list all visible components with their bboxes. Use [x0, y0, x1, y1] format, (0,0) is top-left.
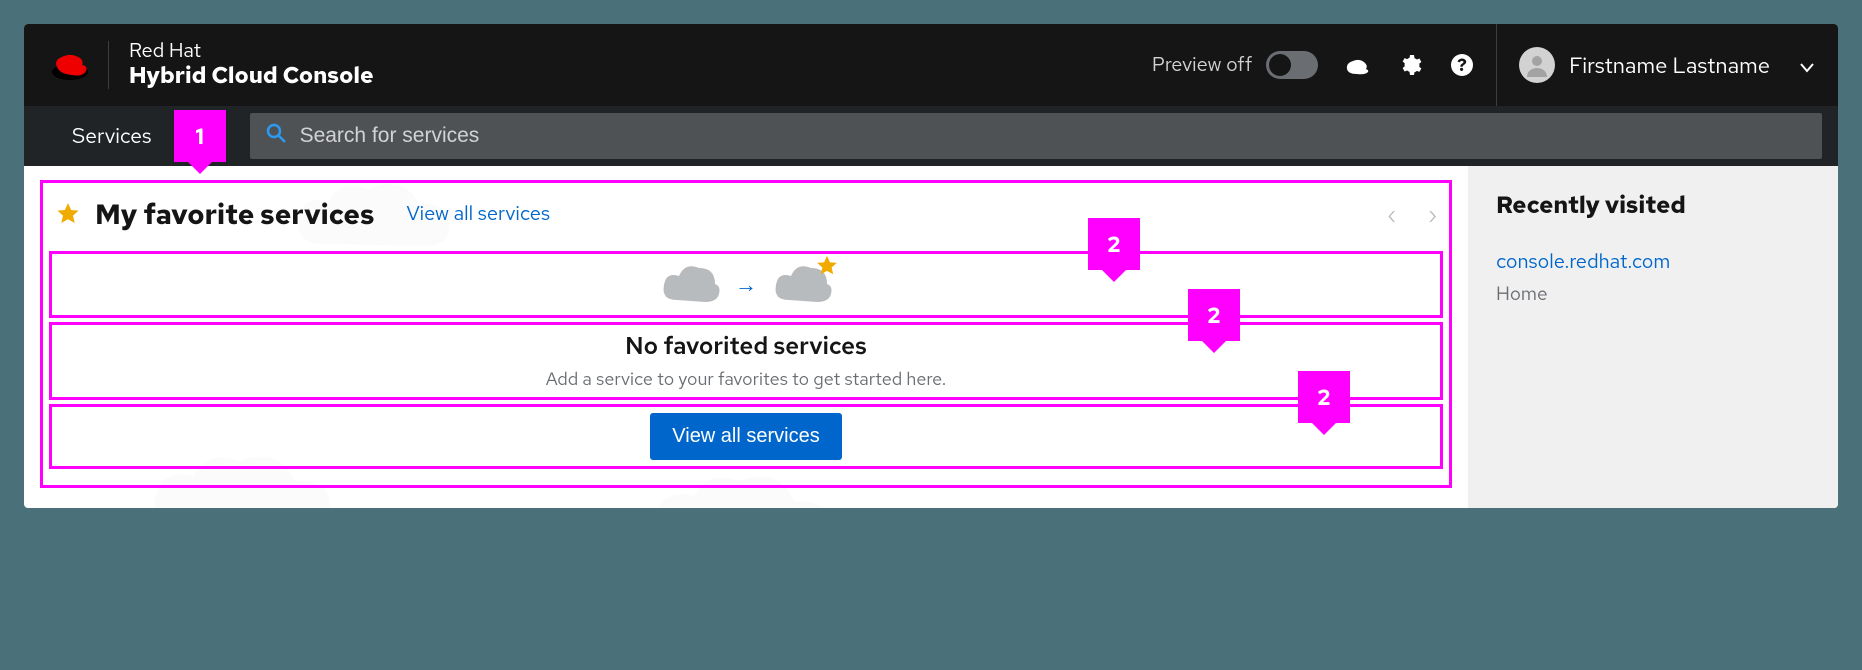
preview-label: Preview off	[1152, 52, 1252, 78]
brand-text: Red Hat Hybrid Cloud Console	[129, 40, 374, 89]
services-tab[interactable]: Services	[24, 106, 174, 166]
brand-line1: Red Hat	[129, 40, 374, 63]
favorites-header: My favorite services View all services ‹…	[49, 189, 1443, 247]
service-search[interactable]	[250, 113, 1822, 159]
brand-line2: Hybrid Cloud Console	[129, 63, 374, 89]
help-icon[interactable]: ?	[1450, 53, 1474, 77]
fedora-hat-icon[interactable]	[1344, 55, 1370, 75]
pager-next-icon[interactable]: ›	[1428, 200, 1437, 229]
svg-text:?: ?	[1457, 54, 1467, 77]
brand[interactable]: Red Hat Hybrid Cloud Console	[48, 40, 374, 89]
recent-sub: Home	[1496, 281, 1810, 306]
preview-toggle[interactable]	[1266, 51, 1318, 79]
view-all-services-link[interactable]: View all services	[406, 201, 550, 227]
gear-icon[interactable]	[1398, 53, 1422, 77]
content-row: My favorite services View all services ‹…	[24, 166, 1838, 508]
arrow-right-icon: →	[735, 270, 757, 299]
favorites-empty-text: 2 No favorited services Add a service to…	[49, 322, 1443, 400]
masthead-icons: ?	[1344, 53, 1474, 77]
sidebar-title: Recently visited	[1496, 190, 1810, 221]
callout-marker-1: 1	[174, 110, 226, 162]
callout-marker-2a: 2	[1088, 218, 1140, 270]
recent-link[interactable]: console.redhat.com	[1496, 249, 1810, 275]
favorites-panel: My favorite services View all services ‹…	[40, 180, 1452, 488]
service-search-input[interactable]	[300, 124, 1806, 148]
favorites-empty-action: 2 View all services	[49, 404, 1443, 469]
search-icon	[266, 123, 286, 150]
brand-divider	[108, 41, 109, 89]
favorites-title: My favorite services	[95, 195, 374, 233]
user-name: Firstname Lastname	[1569, 51, 1770, 80]
services-bar: Services 1	[24, 106, 1838, 166]
main-column: My favorite services View all services ‹…	[24, 166, 1468, 508]
masthead: Red Hat Hybrid Cloud Console Preview off…	[24, 24, 1838, 106]
empty-title: No favorited services	[625, 331, 867, 362]
avatar-icon	[1519, 47, 1555, 83]
redhat-logo-icon	[48, 48, 92, 82]
favorites-pager: ‹ ›	[1387, 200, 1437, 229]
star-icon	[55, 201, 81, 227]
services-tab-label: Services	[72, 123, 152, 150]
callout-marker-2b: 2	[1188, 289, 1240, 341]
empty-subtitle: Add a service to your favorites to get s…	[546, 368, 946, 391]
app-frame: Red Hat Hybrid Cloud Console Preview off…	[24, 24, 1838, 508]
callout-marker-2c: 2	[1298, 371, 1350, 423]
pager-prev-icon[interactable]: ‹	[1387, 200, 1396, 229]
preview-toggle-group: Preview off	[1152, 51, 1318, 79]
sidebar: Recently visited console.redhat.com Home	[1468, 166, 1838, 508]
caret-down-icon	[1800, 51, 1814, 80]
cloud-star-icon	[771, 260, 833, 309]
user-divider	[1496, 24, 1497, 106]
view-all-services-button[interactable]: View all services	[650, 413, 841, 460]
cloud-plain-icon	[659, 260, 721, 309]
user-menu[interactable]: Firstname Lastname	[1519, 47, 1814, 83]
